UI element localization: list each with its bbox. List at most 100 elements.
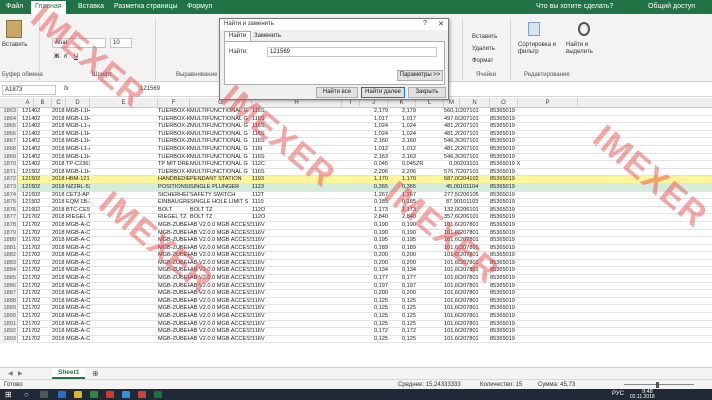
- grid-cell[interactable]: NZ2RL-528EM5: [66, 184, 90, 191]
- grid-cell[interactable]: 85365019: [490, 146, 558, 153]
- grid-cell[interactable]: 02: [34, 176, 52, 183]
- formula-input[interactable]: 121569: [140, 86, 160, 92]
- grid-cell[interactable]: 116V: [252, 245, 342, 252]
- grid-cell[interactable]: 206101: [460, 207, 490, 214]
- grid-cell[interactable]: MGB-ZUBEHOER: [158, 222, 190, 229]
- grid-cell[interactable]: 1,012: [388, 146, 416, 153]
- grid-cell[interactable]: 121421: [22, 146, 34, 153]
- grid-cell[interactable]: 85365019: [490, 138, 558, 145]
- row-number[interactable]: 1889: [0, 305, 18, 314]
- grid-cell[interactable]: 560,10: [444, 108, 460, 115]
- grid-cell[interactable]: 02: [34, 305, 52, 312]
- grid-cell[interactable]: 546,30: [444, 154, 460, 161]
- find-select-icon[interactable]: [578, 22, 590, 36]
- grid-cell[interactable]: SAFETY SWITCH: [190, 192, 252, 199]
- help-icon[interactable]: ?: [423, 20, 427, 27]
- grid-cell[interactable]: 121722: [22, 230, 34, 237]
- grid-cell[interactable]: MGB-L1-ARA-R-121414: [66, 123, 90, 130]
- grid-cell[interactable]: MGB-ZUBEHOER: [158, 245, 190, 252]
- grid-cell[interactable]: 0,185: [360, 199, 388, 206]
- grid-cell[interactable]: 101103: [460, 199, 490, 206]
- grid-cell[interactable]: 2,179: [388, 108, 416, 115]
- grid-cell[interactable]: MULTIFUNCTIONAL G: [190, 123, 252, 130]
- grid-cell[interactable]: AB V2.0.0 MGB ACCESSORIES: [190, 275, 252, 282]
- grid-cell[interactable]: 121420: [22, 138, 34, 145]
- grid-cell[interactable]: 116S: [252, 154, 342, 161]
- grid-cell[interactable]: AB V2.0.0 MGB ACCESSORIES: [190, 260, 252, 267]
- grid-cell[interactable]: 0,134: [388, 267, 416, 274]
- row-number[interactable]: 1893: [0, 335, 18, 344]
- row-number[interactable]: 1884: [0, 267, 18, 276]
- column-header[interactable]: P: [518, 98, 578, 108]
- grid-cell[interactable]: RIEGEL TZ: [158, 214, 190, 221]
- grid-cell[interactable]: 0,197: [388, 283, 416, 290]
- grid-cell[interactable]: 2018: [52, 252, 66, 259]
- grid-cell[interactable]: 0,125: [360, 298, 388, 305]
- grid-cell[interactable]: HBM-121517: [66, 176, 90, 183]
- paste-icon[interactable]: [6, 20, 22, 38]
- grid-cell[interactable]: AB V2.0.0 MGB ACCESSORIES: [190, 237, 252, 244]
- row-number[interactable]: 1890: [0, 313, 18, 321]
- grid-cell[interactable]: MGB-ZUBEHOER: [158, 283, 190, 290]
- grid-cell[interactable]: AB V2.0.0 MGB ACCESSORIES: [190, 298, 252, 305]
- grid-cell[interactable]: 0,195: [388, 237, 416, 244]
- grid-cell[interactable]: 85365019: [490, 237, 558, 244]
- grid-cell[interactable]: EQM 1B-3000C1823...: [66, 199, 90, 206]
- grid-cell[interactable]: 85365019: [490, 283, 558, 290]
- column-header[interactable]: E: [90, 98, 158, 108]
- row-number[interactable]: 1885: [0, 275, 18, 283]
- grid-cell[interactable]: 02: [34, 222, 52, 229]
- row-number[interactable]: 1883: [0, 259, 18, 268]
- grid-cell[interactable]: 02: [34, 161, 52, 168]
- grid-cell[interactable]: 85365019: [490, 123, 558, 130]
- grid-cell[interactable]: 85365019: [490, 298, 558, 305]
- row-number[interactable]: 1875: [0, 199, 18, 207]
- grid-cell[interactable]: 85365019: [490, 192, 558, 199]
- grid-cell[interactable]: MGB-ZUBEHOER: [158, 275, 190, 282]
- grid-cell[interactable]: 0,125: [360, 336, 388, 343]
- grid-cell[interactable]: 02: [34, 116, 52, 123]
- grid-cell[interactable]: TUERBOX-KOMPLETTMODUL: [158, 169, 190, 176]
- grid-cell[interactable]: 204102: [460, 176, 490, 183]
- grid-cell[interactable]: 85365019: [490, 290, 558, 297]
- grid-cell[interactable]: 0,045: [360, 161, 388, 168]
- grid-cell[interactable]: 02: [34, 283, 52, 290]
- grid-cell[interactable]: 2018: [52, 267, 66, 274]
- grid-cell[interactable]: EINBAUGRENZTASTER: [158, 199, 190, 206]
- grid-cell[interactable]: 207801: [460, 328, 490, 335]
- grid-cell[interactable]: HANDBEDIENGERAET: [158, 176, 190, 183]
- share-button[interactable]: Общий доступ: [648, 3, 695, 10]
- row-number[interactable]: 1872: [0, 176, 18, 184]
- grid-cell[interactable]: AB V2.0.0 MGB ACCESSORIES: [190, 305, 252, 312]
- grid-cell[interactable]: 0,190: [388, 230, 416, 237]
- grid-cell[interactable]: MGB-ZUBEHOER: [158, 252, 190, 259]
- grid-cell[interactable]: 121422: [22, 154, 34, 161]
- grid-cell[interactable]: 2,840: [388, 214, 416, 221]
- grid-cell[interactable]: 85365019: [490, 131, 558, 138]
- grid-cell[interactable]: 481,20: [444, 123, 460, 130]
- grid-cell[interactable]: 85365019: [490, 176, 558, 183]
- grid-cell[interactable]: 2,160: [388, 138, 416, 145]
- grid-cell[interactable]: 2018: [52, 131, 66, 138]
- grid-cell[interactable]: 1,017: [360, 116, 388, 123]
- grid-cell[interactable]: 121412: [22, 108, 34, 115]
- language-indicator[interactable]: РУС: [612, 391, 624, 397]
- grid-cell[interactable]: 02: [34, 146, 52, 153]
- grid-cell[interactable]: 2018: [52, 184, 66, 191]
- grid-cell[interactable]: 2018: [52, 222, 66, 229]
- tab-formulas[interactable]: Формул: [187, 3, 212, 10]
- grid-cell[interactable]: 121745: [22, 328, 34, 335]
- grid-cell[interactable]: MGB-ZUBEHOER: [158, 260, 190, 267]
- grid-cell[interactable]: MULTIFUNCTIONAL G: [190, 154, 252, 161]
- grid-cell[interactable]: 1,170: [388, 176, 416, 183]
- grid-cell[interactable]: 02: [34, 275, 52, 282]
- grid-cell[interactable]: 101,60: [444, 313, 460, 320]
- grid-cell[interactable]: 2018: [52, 146, 66, 153]
- grid-cell[interactable]: POSITIONSCHALTER: [158, 184, 190, 191]
- grid-cell[interactable]: 45,00: [444, 184, 460, 191]
- grid-cell[interactable]: 121741: [22, 313, 34, 320]
- grid-cell[interactable]: 116V: [252, 252, 342, 259]
- grid-cell[interactable]: 116V: [252, 321, 342, 328]
- row-number[interactable]: 1873: [0, 183, 18, 192]
- grid-cell[interactable]: 02: [34, 108, 52, 115]
